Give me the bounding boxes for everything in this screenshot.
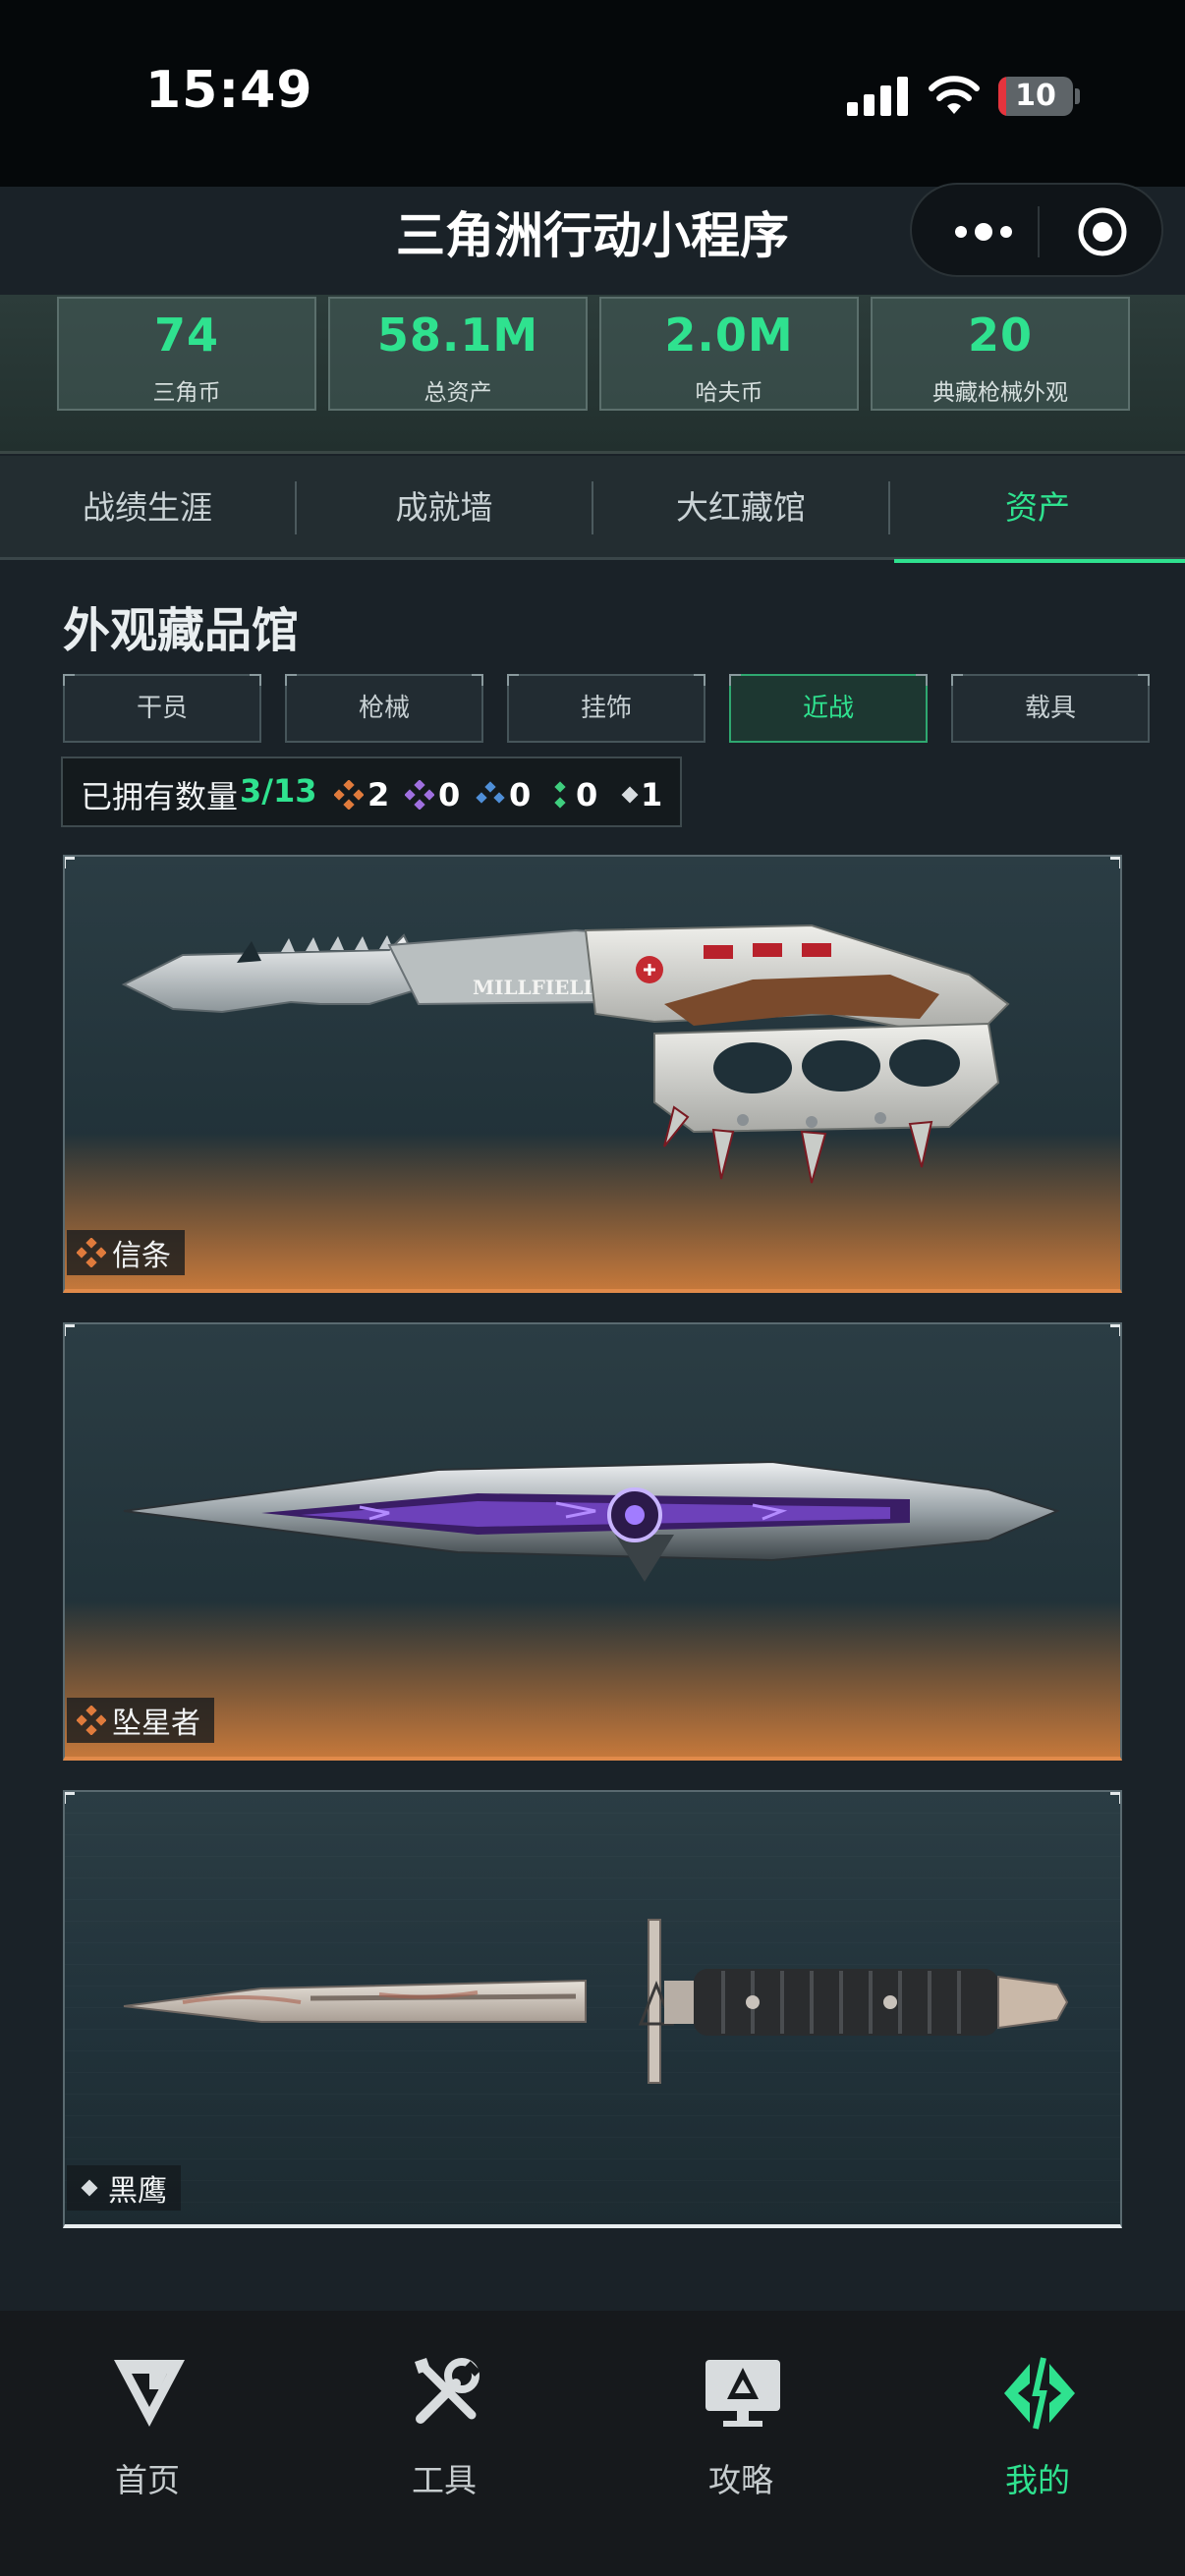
subtab-melee[interactable]: 近战 [729,674,928,743]
tab-assets[interactable]: 资产 [890,456,1185,563]
section-title: 外观藏品馆 [63,603,300,658]
home-logo-icon [114,2360,185,2427]
knuckle-knife-image: MILLFIELD [121,924,1010,1184]
asset-stats: 74 三角币 58.1M 总资产 2.0M 哈夫币 20 典藏枪械外观 [0,295,1185,454]
melee-item-card[interactable]: 坠星者 [63,1322,1122,1761]
item-name: 信条 [112,1239,171,1273]
owned-count: 3/13 [240,772,317,810]
orange-rarity-icon [334,780,364,810]
owned-label: 已拥有数量 [81,778,239,815]
stat-value: 74 [153,308,219,362]
tab-red-collection[interactable]: 大红藏馆 [593,456,888,560]
nav-home[interactable]: 首页 [0,2311,295,2576]
battery-icon: 10 [998,77,1073,116]
nav-label: 攻略 [708,2461,773,2499]
nav-label: 我的 [1005,2461,1070,2499]
stat-label: 三角币 [152,380,221,406]
orange-rarity-icon [77,1706,106,1735]
tab-career[interactable]: 战绩生涯 [0,456,295,560]
item-name-tag: 黑鹰 [67,2165,181,2211]
nav-label: 工具 [412,2461,477,2499]
wifi-icon [929,76,980,114]
nav-guide[interactable]: 攻略 [593,2311,888,2576]
stat-value: 20 [967,308,1033,362]
main-tabs: 战绩生涯 成就墙 大红藏馆 资产 [0,456,1185,563]
profile-diamond-icon [1004,2357,1075,2430]
subtab-operators[interactable]: 干员 [63,674,261,743]
item-name: 黑鹰 [108,2174,167,2209]
subtab-vehicles[interactable]: 载具 [951,674,1150,743]
guide-monitor-icon [705,2360,780,2427]
status-bar: 15:49 10 三角洲行动小程序 [0,0,1185,277]
miniprogram-capsule [910,183,1163,277]
purple-rarity-icon [405,780,434,810]
battery-level: 10 [1015,79,1056,113]
rarity-count: 2 [367,776,390,813]
stat-card-haf-coin: 2.0M 哈夫币 [599,297,859,411]
stat-card-collection-skins: 20 典藏枪械外观 [871,297,1130,411]
stat-label: 典藏枪械外观 [932,380,1068,406]
purple-dagger-image [123,1460,1060,1582]
nav-tools[interactable]: 工具 [297,2311,592,2576]
bottom-nav: 首页 工具 攻略 我的 [0,2311,1185,2576]
green-rarity-icon [554,781,566,809]
cellular-signal-icon [847,77,908,116]
battery-cap [1075,88,1080,104]
owned-summary: 已拥有数量 3/13 2 0 0 0 1 [61,756,682,827]
subtab-charms[interactable]: 挂饰 [507,674,705,743]
rarity-count: 0 [576,776,598,813]
combat-knife-image [123,1919,1069,2084]
stat-card-delta-coin: 74 三角币 [57,297,316,411]
nav-profile[interactable]: 我的 [890,2311,1185,2576]
close-miniprogram-icon[interactable] [1077,206,1128,257]
stat-label: 总资产 [423,380,492,406]
melee-item-card[interactable]: 黑鹰 [63,1790,1122,2228]
tab-achievements[interactable]: 成就墙 [297,456,592,560]
item-name: 坠星者 [112,1707,200,1741]
white-rarity-icon [81,2179,98,2197]
item-name-tag: 坠星者 [67,1698,214,1743]
nav-label: 首页 [115,2461,180,2499]
rarity-count: 0 [438,776,461,813]
stat-value: 58.1M [376,308,539,362]
white-rarity-icon [621,786,639,804]
rarity-count: 0 [509,776,532,813]
blue-rarity-icon [476,781,505,804]
stat-value: 2.0M [664,308,794,362]
capsule-divider [1038,206,1040,257]
subtab-guns[interactable]: 枪械 [285,674,483,743]
more-icon[interactable] [949,218,1018,246]
stat-label: 哈夫币 [695,380,763,406]
item-name-tag: 信条 [67,1230,185,1275]
status-time: 15:49 [145,61,313,120]
stat-card-total-assets: 58.1M 总资产 [328,297,588,411]
tools-icon [415,2358,480,2424]
orange-rarity-icon [77,1238,106,1267]
engraving-text: MILLFIELD [473,976,600,999]
melee-item-card[interactable]: MILLFIELD 信条 [63,855,1122,1293]
rarity-count: 1 [641,776,663,813]
